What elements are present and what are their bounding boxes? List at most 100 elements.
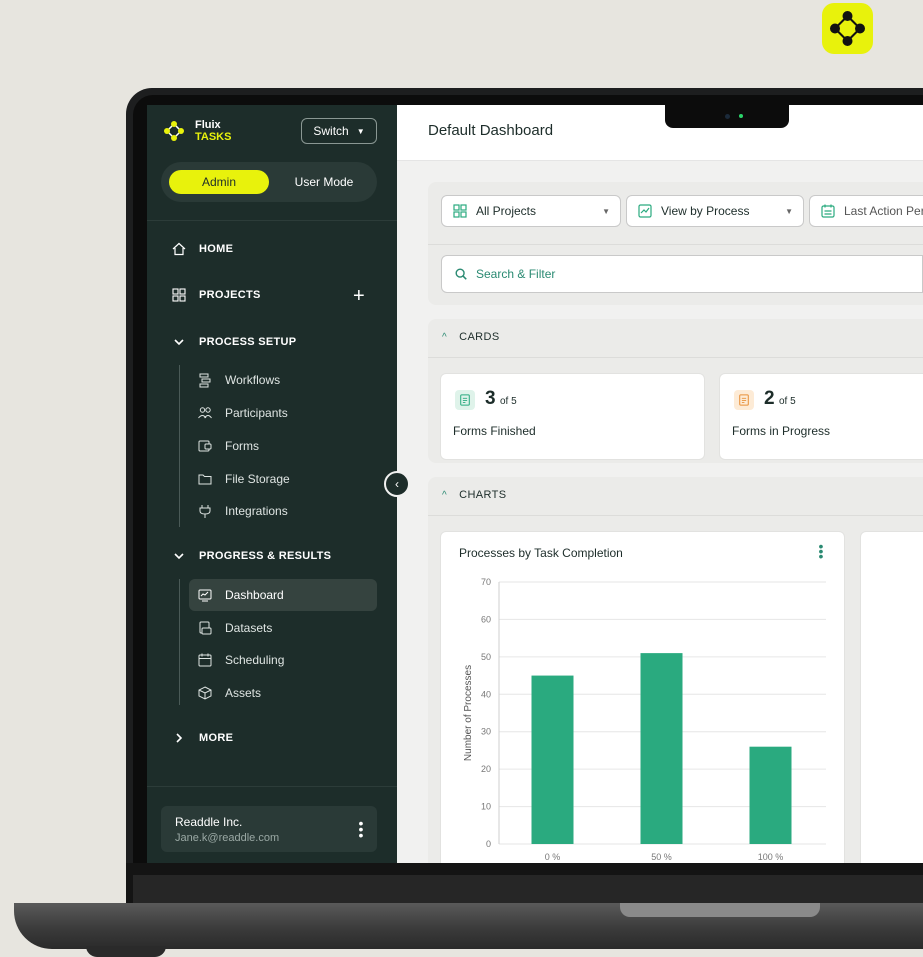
- sidebar-item-datasets[interactable]: Datasets: [197, 620, 272, 636]
- chevron-up-icon: ^: [442, 331, 448, 343]
- sidebar-item-label: File Storage: [225, 472, 290, 486]
- chart-title: Processes by Task Completion: [459, 546, 623, 560]
- sidebar-item-label: Participants: [225, 406, 288, 420]
- camera-lens: [725, 114, 730, 119]
- search-input[interactable]: [476, 267, 896, 281]
- section-label: CARDS: [459, 331, 500, 343]
- chevron-up-icon: ^: [442, 489, 448, 501]
- account-email: Jane.k@readdle.com: [175, 832, 280, 844]
- section-divider: [428, 357, 923, 358]
- sidebar-item-label: Datasets: [225, 621, 273, 635]
- sidebar-item-assets[interactable]: Assets: [197, 685, 261, 701]
- account-panel[interactable]: Readdle Inc. Jane.k@readdle.com • • •: [161, 806, 377, 852]
- stat-value: 3: [485, 388, 496, 409]
- search-bar[interactable]: [441, 255, 923, 293]
- sidebar-item-forms[interactable]: Forms: [197, 438, 259, 454]
- more-vertical-icon[interactable]: • • •: [817, 539, 825, 563]
- document-icon: [455, 390, 475, 410]
- y-tick-label: 40: [481, 689, 491, 699]
- charts-section-header[interactable]: ^ CHARTS: [442, 489, 507, 501]
- grid-icon: [172, 288, 186, 302]
- y-tick-label: 10: [481, 802, 491, 812]
- sidebar-section-more[interactable]: MORE: [171, 730, 233, 746]
- stat-label: Forms in Progress: [732, 424, 831, 438]
- collapse-sidebar-button[interactable]: ‹: [384, 471, 410, 497]
- x-tick-label: 50 %: [651, 852, 672, 862]
- sidebar-divider: [147, 786, 397, 787]
- camera-notch: [665, 105, 789, 128]
- sidebar-item-file-storage[interactable]: File Storage: [197, 471, 290, 487]
- charts-section: ^ CHARTS Processes by Task Completion • •…: [428, 477, 923, 863]
- sidebar-item-label: Scheduling: [225, 653, 285, 667]
- add-project-button[interactable]: +: [353, 286, 365, 306]
- brand-name-line1: Fluix: [195, 119, 221, 131]
- tree-line: [179, 579, 180, 705]
- sidebar-brand[interactable]: Fluix TASKS: [163, 119, 231, 143]
- sidebar-item-integrations[interactable]: Integrations: [197, 503, 288, 519]
- sidebar-divider: [147, 220, 397, 221]
- projects-dropdown[interactable]: All Projects ▼: [441, 195, 621, 227]
- sidebar-item-label: Assets: [225, 686, 262, 700]
- document-icon: [734, 390, 754, 410]
- chart-card-task-completion: Processes by Task Completion • • • 0 10 20 30…: [440, 531, 845, 863]
- users-icon: [198, 407, 212, 419]
- stat-value: 2: [764, 388, 775, 409]
- sidebar-section-label: PROGRESS & RESULTS: [199, 550, 332, 562]
- bar: [749, 746, 792, 844]
- filter-divider: [428, 244, 923, 245]
- sidebar-item-label: Forms: [225, 439, 259, 453]
- stat-card-forms-in-progress[interactable]: 2 of 5 Forms in Progress: [719, 373, 923, 460]
- laptop-foot: [86, 946, 166, 957]
- search-icon: [455, 268, 467, 280]
- sidebar: Fluix TASKS Switch ▼ Admin User Mode HOM…: [147, 105, 397, 863]
- fluix-mark-icon: [164, 121, 184, 141]
- mode-toggle: Admin User Mode: [161, 162, 377, 202]
- bar: [531, 675, 574, 844]
- sidebar-item-home[interactable]: HOME: [171, 241, 233, 257]
- cards-section: ^ CARDS 3 of 5 Forms Finished 2 of 5 For…: [428, 319, 923, 463]
- cards-section-header[interactable]: ^ CARDS: [442, 331, 500, 343]
- sidebar-section-label: PROCESS SETUP: [199, 336, 297, 348]
- folder-icon: [198, 474, 212, 485]
- top-bar: Default Dashboard: [397, 105, 923, 161]
- user-mode-button[interactable]: User Mode: [279, 170, 369, 194]
- workflow-icon: [199, 373, 211, 388]
- calendar-icon: [821, 204, 835, 218]
- sidebar-section-progress-results[interactable]: PROGRESS & RESULTS: [171, 548, 331, 564]
- sidebar-item-projects[interactable]: PROJECTS: [171, 287, 261, 303]
- sidebar-item-participants[interactable]: Participants: [197, 405, 288, 421]
- sidebar-item-label: PROJECTS: [199, 289, 261, 301]
- plug-icon: [199, 505, 211, 518]
- caret-down-icon: ▼: [602, 207, 610, 216]
- period-dropdown-value: Last Action Per: [844, 204, 923, 218]
- sidebar-section-process-setup[interactable]: PROCESS SETUP: [171, 334, 296, 350]
- sidebar-item-scheduling[interactable]: Scheduling: [197, 652, 284, 668]
- switch-button[interactable]: Switch ▼: [301, 118, 377, 144]
- sidebar-item-label: Dashboard: [225, 588, 284, 602]
- section-divider: [428, 515, 923, 516]
- page-title: Default Dashboard: [428, 122, 554, 139]
- form-icon: [198, 440, 212, 452]
- sidebar-item-workflows[interactable]: Workflows: [197, 372, 280, 388]
- more-vertical-icon[interactable]: • • •: [357, 816, 365, 842]
- admin-mode-button[interactable]: Admin: [169, 170, 269, 194]
- view-dropdown[interactable]: View by Process ▼: [626, 195, 804, 227]
- chevron-down-icon: [174, 553, 184, 560]
- period-dropdown[interactable]: Last Action Per: [809, 195, 923, 227]
- grid-icon: [453, 204, 467, 218]
- chevron-down-icon: [174, 339, 184, 346]
- calendar-icon: [198, 653, 212, 667]
- account-name: Readdle Inc.: [175, 815, 243, 829]
- y-tick-label: 60: [481, 614, 491, 624]
- stat-total: of 5: [500, 396, 517, 407]
- dataset-icon: [199, 621, 212, 635]
- y-tick-label: 0: [486, 839, 491, 849]
- chevron-down-icon: ▼: [356, 126, 365, 136]
- y-tick-label: 50: [481, 652, 491, 662]
- chart-card-secondary: [860, 531, 923, 863]
- section-label: CHARTS: [459, 489, 507, 501]
- sidebar-item-dashboard[interactable]: Dashboard: [197, 587, 284, 603]
- sidebar-item-label: Workflows: [225, 373, 281, 387]
- stat-card-forms-finished[interactable]: 3 of 5 Forms Finished: [440, 373, 705, 460]
- sidebar-section-label: MORE: [199, 732, 234, 744]
